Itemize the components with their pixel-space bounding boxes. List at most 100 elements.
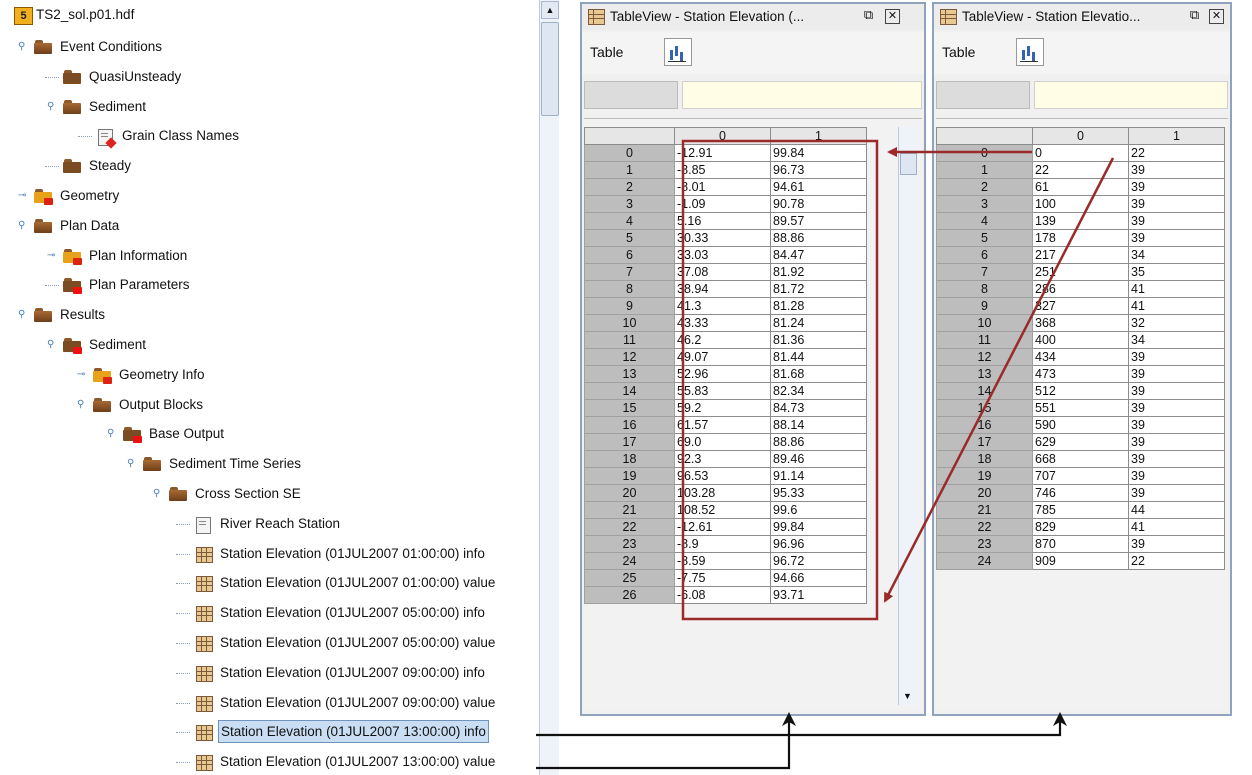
table-row[interactable]: 0 0 22 <box>936 144 1225 162</box>
table-row[interactable]: 7 37.08 81.92 <box>584 263 867 281</box>
table-cell[interactable]: 39 <box>1128 365 1225 383</box>
expand-toggle-icon[interactable]: ⊸ <box>47 250 57 262</box>
row-header[interactable]: 0 <box>936 144 1033 162</box>
table-cell[interactable]: 61 <box>1032 178 1129 196</box>
tree-item[interactable]: ⚲ Event Conditions <box>18 36 540 58</box>
tree-item[interactable]: ⊸ Geometry Info <box>77 364 540 386</box>
table-row[interactable]: 21 108.52 99.6 <box>584 501 867 519</box>
tree-item[interactable]: ⊸ Plan Information <box>47 245 540 267</box>
table-row[interactable]: 5 30.33 88.86 <box>584 229 867 247</box>
table-cell[interactable]: 39 <box>1128 416 1225 434</box>
row-header[interactable]: 3 <box>584 195 675 213</box>
row-header[interactable]: 12 <box>936 348 1033 366</box>
table-cell[interactable]: 41.3 <box>674 297 771 315</box>
table-row[interactable]: 4 5.16 89.57 <box>584 212 867 230</box>
table-row[interactable]: 10 368 32 <box>936 314 1225 332</box>
table-cell[interactable]: -8.59 <box>674 552 771 570</box>
table-cell[interactable]: 39 <box>1128 433 1225 451</box>
hdf-tree-panel[interactable]: 5 TS2_sol.p01.hdf ⚲ Event Conditions Quasi… <box>0 0 559 775</box>
row-header[interactable]: 9 <box>936 297 1033 315</box>
close-icon[interactable]: ✕ <box>885 9 900 24</box>
table-cell[interactable]: 99.6 <box>770 501 867 519</box>
table-cell[interactable]: -8.9 <box>674 535 771 553</box>
table-cell[interactable]: 38.94 <box>674 280 771 298</box>
table-row[interactable]: 18 92.3 89.46 <box>584 450 867 468</box>
table-cell[interactable]: 108.52 <box>674 501 771 519</box>
window-titlebar[interactable]: TableView - Station Elevatio... ⧉ ✕ <box>934 4 1230 30</box>
table-row[interactable]: 16 590 39 <box>936 416 1225 434</box>
tree-item[interactable]: ⚲ Sediment Time Series <box>127 453 540 475</box>
table-cell[interactable]: -12.61 <box>674 518 771 536</box>
row-header[interactable]: 2 <box>584 178 675 196</box>
table-row[interactable]: 22 -12.61 99.84 <box>584 518 867 536</box>
table-cell[interactable]: 34 <box>1128 246 1225 264</box>
table-cell[interactable]: 41 <box>1128 518 1225 536</box>
table-cell[interactable]: 41 <box>1128 280 1225 298</box>
tree-item[interactable]: ⚲ Base Output <box>107 423 540 445</box>
collapse-toggle-icon[interactable]: ⚲ <box>18 220 28 232</box>
tree-item[interactable]: ⊸ Geometry <box>18 185 540 207</box>
table-row[interactable]: 3 -1.09 90.78 <box>584 195 867 213</box>
table-cell[interactable]: 59.2 <box>674 399 771 417</box>
collapse-toggle-icon[interactable]: ⚲ <box>153 488 163 500</box>
row-header[interactable]: 17 <box>936 433 1033 451</box>
table-row[interactable]: 20 746 39 <box>936 484 1225 502</box>
table-cell[interactable]: 81.72 <box>770 280 867 298</box>
table-cell[interactable]: 61.57 <box>674 416 771 434</box>
row-header[interactable]: 4 <box>936 212 1033 230</box>
table-row[interactable]: 9 41.3 81.28 <box>584 297 867 315</box>
collapse-toggle-icon[interactable]: ⚲ <box>47 101 57 113</box>
row-header[interactable]: 24 <box>936 552 1033 570</box>
table-row[interactable]: 15 551 39 <box>936 399 1225 417</box>
table-row[interactable]: 17 629 39 <box>936 433 1225 451</box>
table-row[interactable]: 8 286 41 <box>936 280 1225 298</box>
scroll-up-icon[interactable]: ▲ <box>541 1 559 19</box>
table-cell[interactable]: 35 <box>1128 263 1225 281</box>
table-cell[interactable]: 84.73 <box>770 399 867 417</box>
table-cell[interactable]: 52.96 <box>674 365 771 383</box>
table-cell[interactable]: 34 <box>1128 331 1225 349</box>
table-cell[interactable]: 286 <box>1032 280 1129 298</box>
table-cell[interactable]: 92.3 <box>674 450 771 468</box>
row-header[interactable]: 6 <box>584 246 675 264</box>
table-cell[interactable]: -7.75 <box>674 569 771 587</box>
tree-item[interactable]: ⚲ Sediment <box>47 96 540 118</box>
row-header[interactable]: 4 <box>584 212 675 230</box>
close-icon[interactable]: ✕ <box>1209 9 1224 24</box>
cell-value-field[interactable] <box>1034 81 1228 109</box>
row-header[interactable]: 24 <box>584 552 675 570</box>
table-row[interactable]: 16 61.57 88.14 <box>584 416 867 434</box>
table-row[interactable]: 7 251 35 <box>936 263 1225 281</box>
tree-item[interactable]: Station Elevation (01JUL2007 01:00:00) i… <box>176 543 540 565</box>
row-header[interactable]: 13 <box>936 365 1033 383</box>
table-cell[interactable]: 39 <box>1128 382 1225 400</box>
table-row[interactable]: 13 473 39 <box>936 365 1225 383</box>
table-cell[interactable]: 90.78 <box>770 195 867 213</box>
table-row[interactable]: 9 327 41 <box>936 297 1225 315</box>
table-cell[interactable]: 668 <box>1032 450 1129 468</box>
table-cell[interactable]: 99.84 <box>770 144 867 162</box>
row-header[interactable]: 1 <box>584 161 675 179</box>
table-cell[interactable]: 0 <box>1032 144 1129 162</box>
table-row[interactable]: 21 785 44 <box>936 501 1225 519</box>
table-cell[interactable]: 39 <box>1128 399 1225 417</box>
table-cell[interactable]: 39 <box>1128 348 1225 366</box>
tree-item[interactable]: ⚲ Sediment <box>47 334 540 356</box>
row-header[interactable]: 10 <box>936 314 1033 332</box>
window-titlebar[interactable]: TableView - Station Elevation (... ⧉ ✕ <box>582 4 924 30</box>
maximize-icon[interactable]: ⧉ <box>1188 8 1201 22</box>
tree-item[interactable]: ⚲ Plan Data <box>18 215 540 237</box>
cell-value-field[interactable] <box>682 81 922 109</box>
table-cell[interactable]: 46.2 <box>674 331 771 349</box>
table-scroll-thumb[interactable] <box>900 153 917 175</box>
table-cell[interactable]: 39 <box>1128 467 1225 485</box>
table-row[interactable]: 24 -8.59 96.72 <box>584 552 867 570</box>
table-cell[interactable]: 81.92 <box>770 263 867 281</box>
table-cell[interactable]: 217 <box>1032 246 1129 264</box>
row-header[interactable]: 14 <box>584 382 675 400</box>
tableview-window-station-elevation-values[interactable]: TableView - Station Elevation (... ⧉ ✕ T… <box>580 2 926 716</box>
column-header[interactable]: 1 <box>770 127 867 145</box>
row-header[interactable]: 10 <box>584 314 675 332</box>
row-header[interactable]: 20 <box>936 484 1033 502</box>
table-cell[interactable]: 746 <box>1032 484 1129 502</box>
